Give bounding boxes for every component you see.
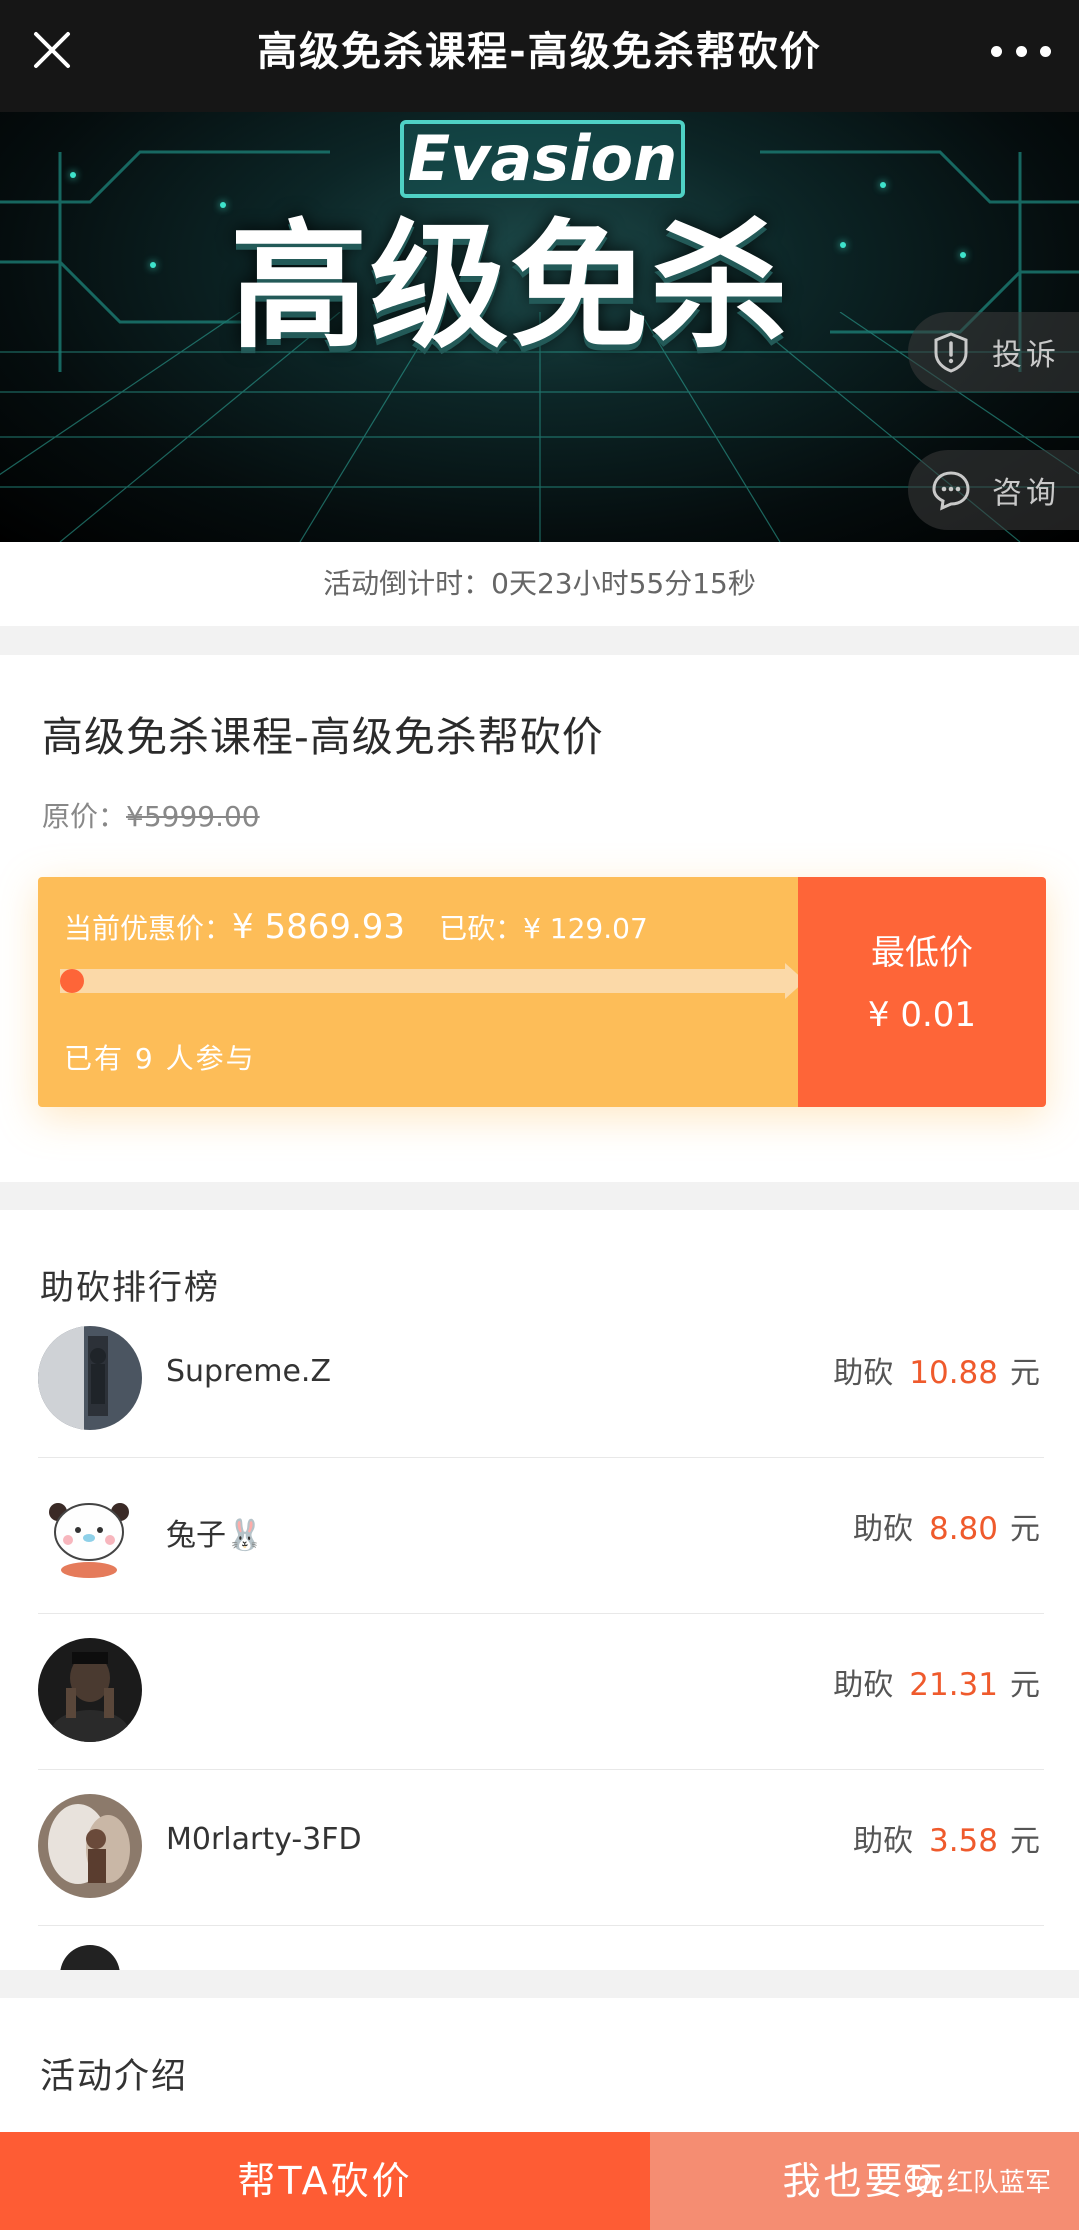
more-dots-icon[interactable]: [991, 36, 1051, 66]
avatar: [38, 1638, 142, 1742]
course-banner: Evasion 高级免杀 投诉 咨询: [0, 112, 1079, 542]
ranking-row: 兔子🐰 助砍 8.80 元: [38, 1458, 1044, 1614]
avatar: [38, 1326, 142, 1430]
progress-panel: 当前优惠价：¥ 5869.93 已砍：¥ 129.07 已有 9 人参与: [38, 877, 805, 1107]
avatar: [38, 1482, 142, 1586]
product-title: 高级免杀课程-高级免杀帮砍价: [42, 713, 604, 761]
watermark: 红队蓝军: [905, 2162, 1051, 2199]
original-price: ¥5999.00: [126, 800, 260, 833]
ranking-section: 助砍排行榜 Supreme.Z 助砍 10.88 元 兔子🐰 助砍 8.80 元…: [0, 1210, 1079, 1970]
user-name: M0rlarty-3FD: [166, 1822, 362, 1857]
watermark-text: 红队蓝军: [947, 2168, 1052, 2198]
user-name: Supreme.Z: [166, 1354, 331, 1389]
min-price-panel: 最低价 ¥ 0.01: [798, 877, 1046, 1107]
top-nav-bar: 高级免杀课程-高级免杀帮砍价: [0, 0, 1079, 112]
cut-label: 已砍：: [439, 912, 524, 945]
progress-fill: [60, 969, 84, 993]
progress-track: [60, 969, 785, 993]
current-price: ¥ 5869.93: [232, 907, 406, 947]
evasion-label: Evasion: [400, 120, 685, 198]
report-button[interactable]: 投诉: [908, 312, 1079, 392]
help-amount: 助砍 8.80 元: [852, 1511, 1040, 1547]
help-amount: 助砍 21.31 元: [833, 1667, 1040, 1703]
consult-button[interactable]: 咨询: [908, 450, 1079, 530]
bargain-progress-card: 当前优惠价：¥ 5869.93 已砍：¥ 129.07 已有 9 人参与 最低价 …: [38, 877, 1046, 1107]
page-title: 高级免杀课程-高级免杀帮砍价: [257, 29, 822, 75]
help-bargain-button[interactable]: 帮TA砍价: [0, 2132, 650, 2230]
report-icon: [934, 332, 968, 373]
partial-avatar: [60, 1945, 120, 1970]
close-icon[interactable]: [30, 28, 80, 78]
help-amount: 助砍 3.58 元: [852, 1823, 1040, 1859]
wechat-icon: [905, 2166, 939, 2193]
price-line: 当前优惠价：¥ 5869.93 已砍：¥ 129.07: [64, 907, 648, 947]
help-amount: 助砍 10.88 元: [833, 1355, 1040, 1391]
countdown-text: 活动倒计时：0天23小时55分15秒: [0, 542, 1079, 626]
original-price-label: 原价：: [42, 800, 127, 833]
original-price-row: 原价：¥5999.00: [42, 795, 260, 835]
ranking-row: 助砍 21.31 元: [38, 1614, 1044, 1770]
min-price: ¥ 0.01: [867, 995, 977, 1035]
avatar: [38, 1794, 142, 1898]
consult-label: 咨询: [992, 476, 1060, 511]
min-price-label: 最低价: [871, 933, 973, 973]
user-name: 兔子🐰: [166, 1518, 264, 1553]
current-price-label: 当前优惠价：: [64, 912, 233, 945]
activity-intro-section: 活动介绍: [0, 1998, 1079, 2132]
product-card: 高级免杀课程-高级免杀帮砍价 原价：¥5999.00 当前优惠价：¥ 5869.…: [0, 655, 1079, 1182]
chat-icon: [932, 471, 970, 511]
activity-intro-title: 活动介绍: [40, 2057, 189, 2097]
banner-title: 高级免杀: [230, 206, 791, 367]
report-label: 投诉: [992, 338, 1060, 373]
ranking-row: Supreme.Z 助砍 10.88 元: [38, 1302, 1044, 1458]
participants-count: 已有 9 人参与: [64, 1042, 256, 1075]
cut-amount: ¥ 129.07: [523, 912, 648, 945]
ranking-row: M0rlarty-3FD 助砍 3.58 元: [38, 1770, 1044, 1926]
